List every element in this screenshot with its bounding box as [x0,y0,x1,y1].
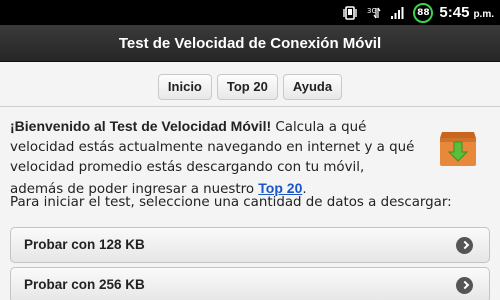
prompt-text: Para iniciar el test, seleccione una can… [10,195,452,210]
option-256kb-button[interactable]: Probar con 256 KB [10,267,490,300]
nav-bar: Inicio Top 20 Ayuda [0,74,500,100]
battery-indicator: 88 [413,2,434,23]
intro-heading: ¡Bienvenido al Test de Velocidad Móvil! [10,118,272,134]
signal-icon [391,6,404,19]
vibrate-icon [343,5,358,20]
nav-inicio-button[interactable]: Inicio [157,74,212,100]
download-box-icon [440,132,476,166]
nav-top20-button[interactable]: Top 20 [216,74,278,100]
option-label: Probar con 128 KB [24,237,145,252]
chevron-right-icon [456,237,473,254]
option-128kb-button[interactable]: Probar con 128 KB [10,227,490,263]
page-title: Test de Velocidad de Conexión Móvil [0,25,500,62]
clock-time: 5:45 [439,4,470,21]
top20-link[interactable]: Top 20 [258,180,302,196]
status-bar: 3G 88 5:45 p.m. [0,0,500,25]
divider [0,106,500,107]
clock-ampm: p.m. [473,8,494,20]
data-transfer-icon: 3G [367,7,381,18]
nav-ayuda-button[interactable]: Ayuda [282,74,343,100]
chevron-right-icon [456,277,473,294]
intro-text: ¡Bienvenido al Test de Velocidad Móvil! … [10,116,420,200]
option-label: Probar con 256 KB [24,277,145,292]
